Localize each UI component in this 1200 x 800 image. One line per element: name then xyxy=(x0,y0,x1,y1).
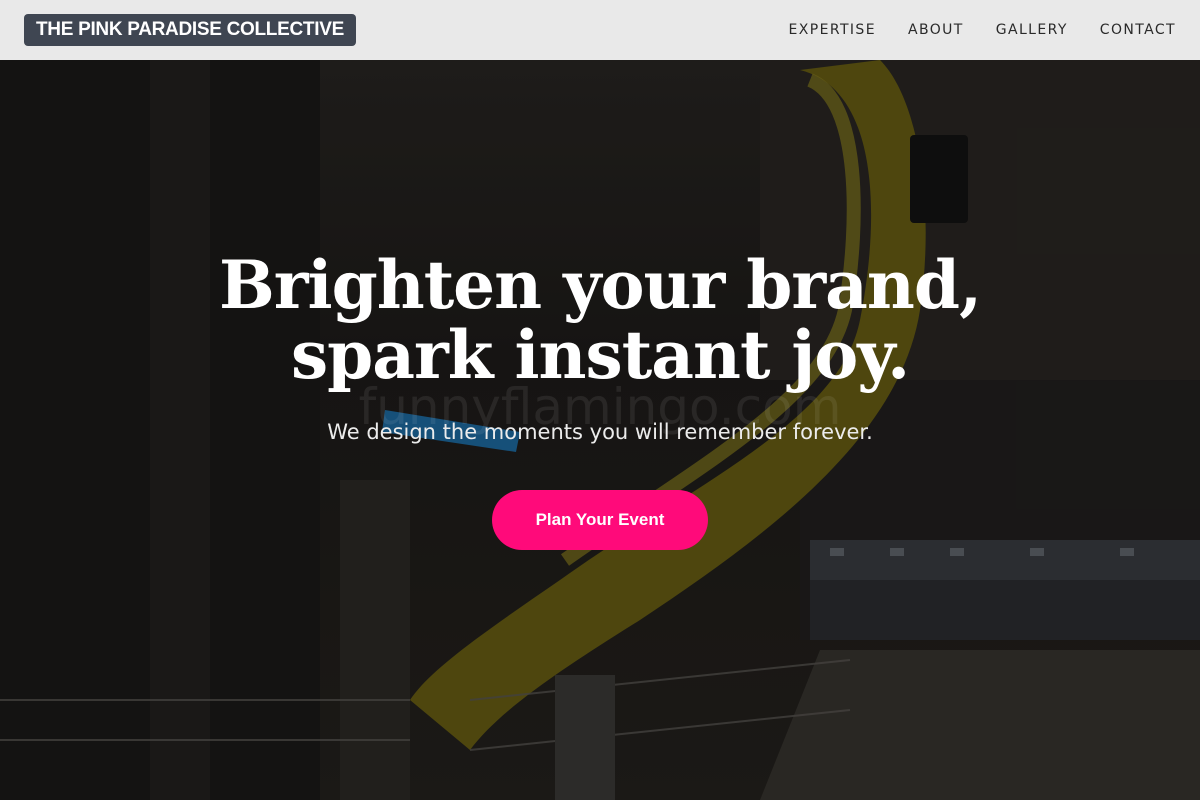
plan-your-event-button[interactable]: Plan Your Event xyxy=(492,490,708,550)
hero-section: funnyflamingo.com Brighten your brand, s… xyxy=(0,60,1200,800)
headline-line-2: spark instant joy. xyxy=(290,316,910,394)
nav-link-gallery[interactable]: GALLERY xyxy=(996,22,1068,38)
site-logo[interactable]: THE PINK PARADISE COLLECTIVE xyxy=(24,14,356,46)
nav-link-contact[interactable]: CONTACT xyxy=(1100,22,1176,38)
hero-subtitle: We design the moments you will remember … xyxy=(327,420,873,444)
hero-headline: Brighten your brand, spark instant joy. xyxy=(0,250,1200,390)
nav-link-expertise[interactable]: EXPERTISE xyxy=(789,22,876,38)
site-header: THE PINK PARADISE COLLECTIVE EXPERTISE A… xyxy=(0,0,1200,60)
nav-link-about[interactable]: ABOUT xyxy=(908,22,964,38)
main-nav: EXPERTISE ABOUT GALLERY CONTACT xyxy=(789,22,1176,38)
headline-line-1: Brighten your brand, xyxy=(218,246,982,324)
